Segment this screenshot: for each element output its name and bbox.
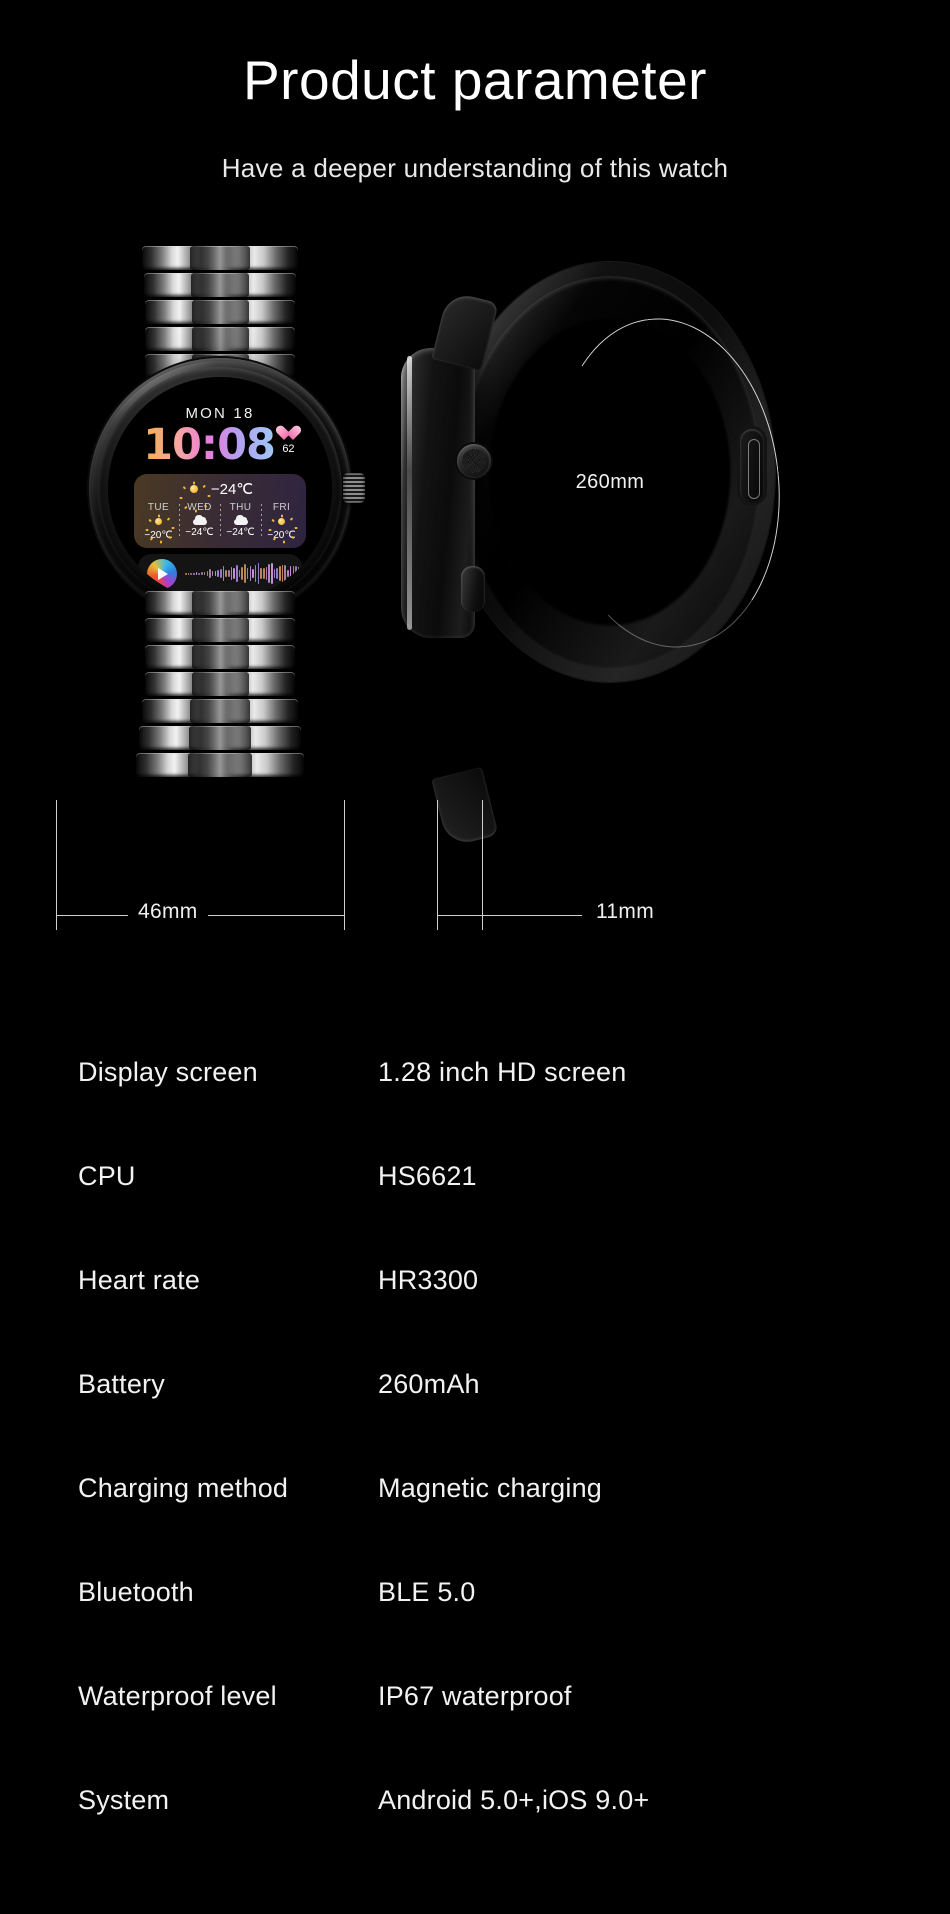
spec-key: Heart rate (78, 1264, 201, 1295)
forecast-day-temp: −24℃ (226, 527, 255, 538)
heart-rate-value: 62 (282, 442, 295, 455)
spec-value: BLE 5.0 (378, 1576, 476, 1607)
forecast-day-name: FRI (272, 501, 291, 513)
bracelet-link (145, 617, 295, 642)
forecast-day: THU −24℃ (220, 502, 261, 541)
crown-icon[interactable] (457, 443, 491, 478)
forecast-day-name: TUE (147, 501, 170, 513)
play-icon[interactable] (147, 558, 177, 589)
bracelet-bottom (136, 590, 304, 811)
forecast-day-temp: −24℃ (185, 527, 214, 538)
spec-key: System (78, 1784, 170, 1815)
watch-case: MON 18 10:08 62 −24℃ TUE −20℃ WED −24℃ T… (89, 357, 365, 620)
spec-key: CPU (78, 1160, 136, 1191)
spec-row: CPU HS6621 (78, 1124, 872, 1228)
audio-waveform-icon (185, 561, 332, 587)
spec-key: Charging method (78, 1472, 289, 1503)
spec-row: Battery 260mAh (78, 1332, 872, 1436)
bracelet-link (142, 245, 298, 270)
specifications-table: Display screen 1.28 inch HD screen CPU H… (0, 1020, 950, 1852)
bracelet-link (145, 671, 295, 696)
sun-icon (145, 514, 174, 544)
bracelet-link (144, 272, 296, 297)
spec-row: Heart rate HR3300 (78, 1228, 872, 1332)
spec-key: Battery (78, 1368, 165, 1399)
spec-value: HR3300 (378, 1264, 479, 1295)
forecast-day: TUE −20℃ (138, 501, 179, 544)
product-image-stage: MON 18 10:08 62 −24℃ TUE −20℃ WED −24℃ T… (0, 245, 950, 946)
spec-row: Display screen 1.28 inch HD screen (78, 1020, 872, 1124)
bracelet-link (145, 326, 295, 351)
spec-key: Display screen (78, 1056, 258, 1087)
cloud-icon (233, 514, 248, 525)
spec-value: 260mAh (378, 1368, 480, 1399)
watch-face-time: 10:08 (143, 419, 276, 470)
watch-side-view: 260mm (401, 261, 875, 862)
spec-key: Bluetooth (78, 1576, 194, 1607)
bracelet-link (145, 299, 295, 324)
strap-buckle (737, 425, 767, 506)
spec-value: 1.28 inch HD screen (378, 1056, 627, 1087)
current-temperature: −24℃ (210, 480, 254, 498)
forecast-day-name: THU (229, 501, 252, 513)
side-button[interactable] (461, 565, 485, 612)
spec-row: System Android 5.0+,iOS 9.0+ (78, 1748, 872, 1852)
page-subtitle: Have a deeper understanding of this watc… (221, 152, 729, 183)
weather-widget[interactable]: −24℃ TUE −20℃ WED −24℃ THU −24℃ FRI −20℃ (134, 473, 306, 548)
watch-screen: MON 18 10:08 62 −24℃ TUE −20℃ WED −24℃ T… (108, 376, 332, 601)
strap-loop: 260mm (445, 261, 796, 682)
forecast-day-name: WED (187, 501, 212, 513)
forecast-day: WED −24℃ (179, 502, 220, 541)
media-player-widget[interactable] (138, 553, 332, 594)
bracelet-link (136, 752, 304, 777)
spec-value: HS6621 (378, 1160, 477, 1191)
heart-rate-complication: 62 (280, 426, 297, 455)
spec-row: Bluetooth BLE 5.0 (78, 1540, 872, 1644)
watch-body-side (401, 347, 491, 638)
spec-key: Waterproof level (78, 1680, 277, 1711)
forecast-row: TUE −20℃ WED −24℃ THU −24℃ FRI −20℃ (138, 501, 302, 544)
watch-lug-bottom (431, 766, 499, 847)
sun-icon (268, 514, 297, 544)
bracelet-link (142, 698, 298, 723)
current-weather: −24℃ (138, 480, 302, 512)
spec-value: IP67 waterproof (378, 1680, 572, 1711)
sun-icon (179, 481, 211, 512)
bracelet-link (139, 725, 301, 750)
bracelet-link (145, 590, 295, 615)
cloud-icon (192, 514, 207, 525)
spec-row: Charging method Magnetic charging (78, 1436, 872, 1540)
forecast-day: FRI −20℃ (261, 501, 302, 544)
spec-row: Waterproof level IP67 waterproof (78, 1644, 872, 1748)
spec-value: Android 5.0+,iOS 9.0+ (378, 1784, 650, 1815)
watch-face: MON 18 10:08 62 −24℃ TUE −20℃ WED −24℃ T… (108, 377, 332, 601)
page-title: Product parameter (243, 49, 707, 111)
crown-icon[interactable] (343, 472, 365, 503)
product-parameter-page: Product parameter Have a deeper understa… (0, 0, 950, 1914)
heart-icon (280, 426, 297, 442)
watch-face-time-row: 10:08 62 (124, 419, 316, 470)
watch-front-view: MON 18 10:08 62 −24℃ TUE −20℃ WED −24℃ T… (55, 245, 385, 866)
spec-value: Magnetic charging (378, 1472, 603, 1503)
bracelet-link (145, 644, 295, 669)
page-header: Product parameter Have a deeper understa… (0, 0, 950, 184)
strap-length-label: 260mm (575, 470, 645, 493)
